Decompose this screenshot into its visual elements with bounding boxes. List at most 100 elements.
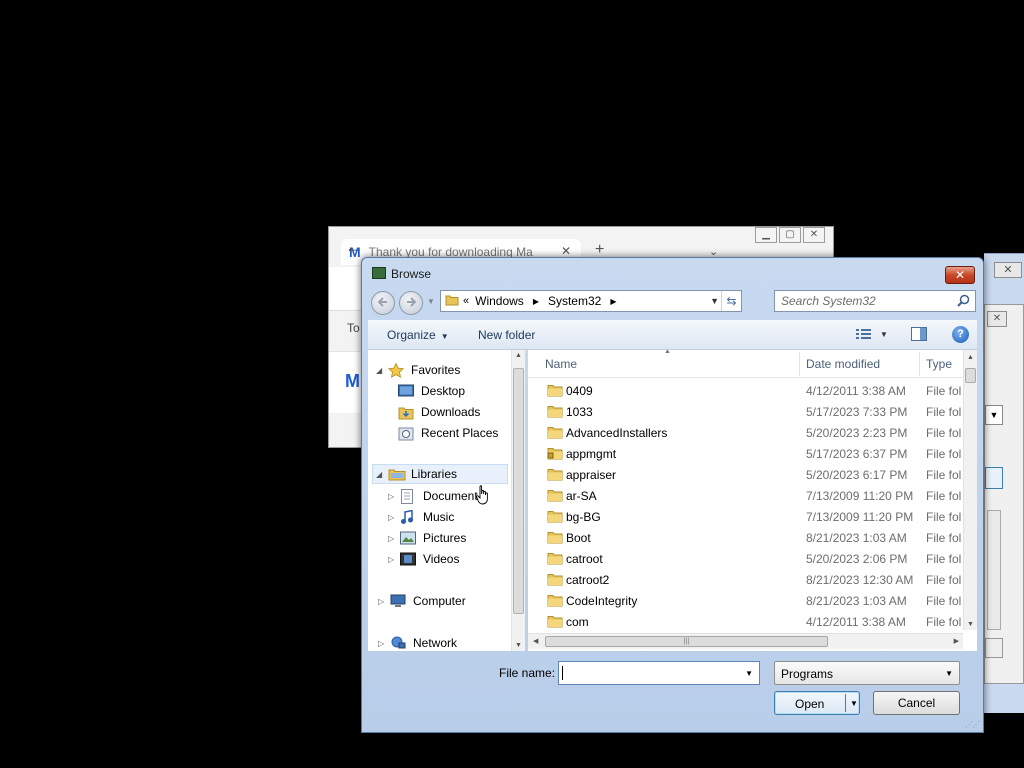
back-arrow-icon[interactable] [371, 291, 395, 315]
file-list-vertical-scrollbar[interactable]: ▲ ▼ [963, 350, 977, 630]
scrollbar[interactable] [987, 510, 1001, 630]
browser-partial-text: To [347, 321, 360, 335]
navigation-bar: ▼ « Windows ▶ System32 ▶ ▼ ⇆ [362, 288, 983, 318]
file-row[interactable]: com 4/12/2011 3:38 AM File fol [528, 611, 963, 632]
file-row[interactable]: 0409 4/12/2011 3:38 AM File fol [528, 380, 963, 401]
file-row[interactable]: appmgmt 5/17/2023 6:37 PM File fol [528, 443, 963, 464]
file-date-modified: 5/20/2023 2:06 PM [806, 552, 908, 566]
scroll-down-icon[interactable]: ▼ [515, 642, 522, 649]
breadcrumb-overflow[interactable]: « [463, 295, 469, 307]
tab-close-icon[interactable]: ✕ [561, 244, 571, 258]
column-divider[interactable] [799, 352, 800, 376]
file-name: catroot2 [566, 573, 610, 587]
collapsed-triangle-icon[interactable]: ▷ [378, 639, 388, 648]
scrollbar-thumb[interactable] [513, 368, 524, 614]
tree-item-libraries[interactable]: ◢ Libraries [372, 464, 508, 484]
tree-item-recent-places[interactable]: Recent Places [396, 423, 498, 443]
cancel-button[interactable]: Cancel [873, 691, 960, 715]
expanded-triangle-icon[interactable]: ◢ [376, 470, 386, 479]
folder-icon [547, 614, 563, 631]
browser-back-icon[interactable]: ← [345, 237, 363, 258]
nav-pane-scrollbar[interactable]: ▲ ▼ [511, 350, 525, 651]
pictures-icon [400, 531, 418, 545]
folder-icon [445, 293, 459, 309]
scroll-right-icon[interactable]: ▶ [954, 637, 959, 645]
close-button[interactable]: ✕ [945, 266, 975, 284]
breadcrumb-system32[interactable]: System32 [548, 294, 601, 308]
file-type: File fol [926, 531, 962, 545]
malwarebytes-logo-icon: M [345, 371, 360, 391]
scrollbar-thumb[interactable] [965, 368, 976, 383]
resize-grip-icon[interactable]: ⋰⋰ [965, 720, 980, 729]
breadcrumb-separator-icon[interactable]: ▶ [610, 297, 616, 306]
documents-icon [400, 489, 418, 504]
breadcrumb-windows[interactable]: Windows [475, 294, 524, 308]
chevron-down-icon[interactable]: ▼ [745, 669, 753, 678]
tree-item-music[interactable]: ▷ Music [388, 507, 454, 527]
scroll-up-icon[interactable]: ▲ [967, 354, 974, 361]
file-row[interactable]: Boot 8/21/2023 1:03 AM File fol [528, 527, 963, 548]
file-name-input[interactable] [559, 662, 739, 684]
forward-arrow-icon[interactable] [399, 291, 423, 315]
scrollbar-thumb[interactable]: ||| [545, 636, 828, 647]
open-button[interactable]: Open ▼ [774, 691, 860, 715]
refresh-icon[interactable]: ⇆ [721, 291, 741, 311]
tree-item-downloads[interactable]: Downloads [396, 402, 480, 422]
organize-button[interactable]: Organize ▼ [387, 328, 449, 342]
collapsed-triangle-icon[interactable]: ▷ [388, 555, 398, 564]
view-options-icon[interactable] [856, 328, 874, 343]
file-row[interactable]: 1033 5/17/2023 7:33 PM File fol [528, 401, 963, 422]
network-icon [390, 636, 408, 650]
file-type-select[interactable]: Programs ▼ [774, 661, 960, 685]
open-options-chevron-icon[interactable]: ▼ [850, 699, 858, 708]
collapsed-triangle-icon[interactable]: ▷ [378, 597, 388, 606]
maximize-icon[interactable]: ▢ [779, 227, 801, 243]
new-folder-button[interactable]: New folder [478, 328, 535, 342]
column-header-name[interactable]: Name [545, 357, 577, 371]
tree-item-favorites[interactable]: ◢ Favorites [376, 360, 460, 380]
collapsed-triangle-icon[interactable]: ▷ [388, 513, 398, 522]
search-input[interactable] [775, 291, 955, 311]
file-row[interactable]: catroot 5/20/2023 2:06 PM File fol [528, 548, 963, 569]
search-icon[interactable] [957, 294, 970, 310]
background-dialog-button[interactable] [985, 638, 1003, 658]
preview-pane-icon[interactable] [911, 327, 927, 341]
address-bar[interactable]: « Windows ▶ System32 ▶ ▼ ⇆ [440, 290, 742, 312]
column-header-date-modified[interactable]: Date modified [806, 357, 880, 371]
background-dialog-button[interactable] [985, 467, 1003, 489]
title-bar[interactable]: Browse ✕ [362, 258, 983, 288]
folder-icon [547, 425, 563, 442]
minimize-icon[interactable]: ▁ [755, 227, 777, 243]
chevron-down-icon[interactable]: ▼ [985, 405, 1003, 425]
file-row[interactable]: ar-SA 7/13/2009 11:20 PM File fol [528, 485, 963, 506]
column-divider[interactable] [919, 352, 920, 376]
help-icon[interactable]: ? [952, 326, 969, 343]
tree-item-computer[interactable]: ▷ Computer [378, 591, 466, 611]
collapsed-triangle-icon[interactable]: ▷ [388, 492, 398, 501]
column-header-type[interactable]: Type [926, 357, 952, 371]
history-dropdown-icon[interactable]: ▼ [427, 297, 435, 306]
file-row[interactable]: AdvancedInstallers 5/20/2023 2:23 PM File … [528, 422, 963, 443]
scroll-down-icon[interactable]: ▼ [967, 621, 974, 628]
file-list-horizontal-scrollbar[interactable]: ◀ ||| ▶ [528, 633, 963, 649]
breadcrumb-separator-icon[interactable]: ▶ [533, 297, 539, 306]
file-row[interactable]: bg-BG 7/13/2009 11:20 PM File fol [528, 506, 963, 527]
tree-item-documents[interactable]: ▷ Document [388, 486, 478, 506]
tree-item-network[interactable]: ▷ Network [378, 633, 457, 653]
collapsed-triangle-icon[interactable]: ▷ [388, 534, 398, 543]
chevron-down-icon[interactable]: ▼ [880, 330, 888, 339]
scroll-up-icon[interactable]: ▲ [515, 352, 522, 359]
file-row[interactable]: catroot2 8/21/2023 12:30 AM File fol [528, 569, 963, 590]
chevron-down-icon[interactable]: ▼ [710, 296, 719, 306]
file-row[interactable]: CodeIntegrity 8/21/2023 1:03 AM File fol [528, 590, 963, 611]
close-icon[interactable]: ✕ [994, 262, 1022, 278]
tree-label-downloads: Downloads [421, 405, 481, 419]
tree-item-videos[interactable]: ▷ Videos [388, 549, 459, 569]
expanded-triangle-icon[interactable]: ◢ [376, 366, 386, 375]
scroll-left-icon[interactable]: ◀ [533, 637, 538, 645]
tree-item-pictures[interactable]: ▷ Pictures [388, 528, 466, 548]
tree-item-desktop[interactable]: Desktop [396, 381, 465, 401]
file-row[interactable]: appraiser 5/20/2023 6:17 PM File fol [528, 464, 963, 485]
close-icon[interactable]: ✕ [987, 311, 1007, 327]
close-icon[interactable]: ✕ [803, 227, 825, 243]
